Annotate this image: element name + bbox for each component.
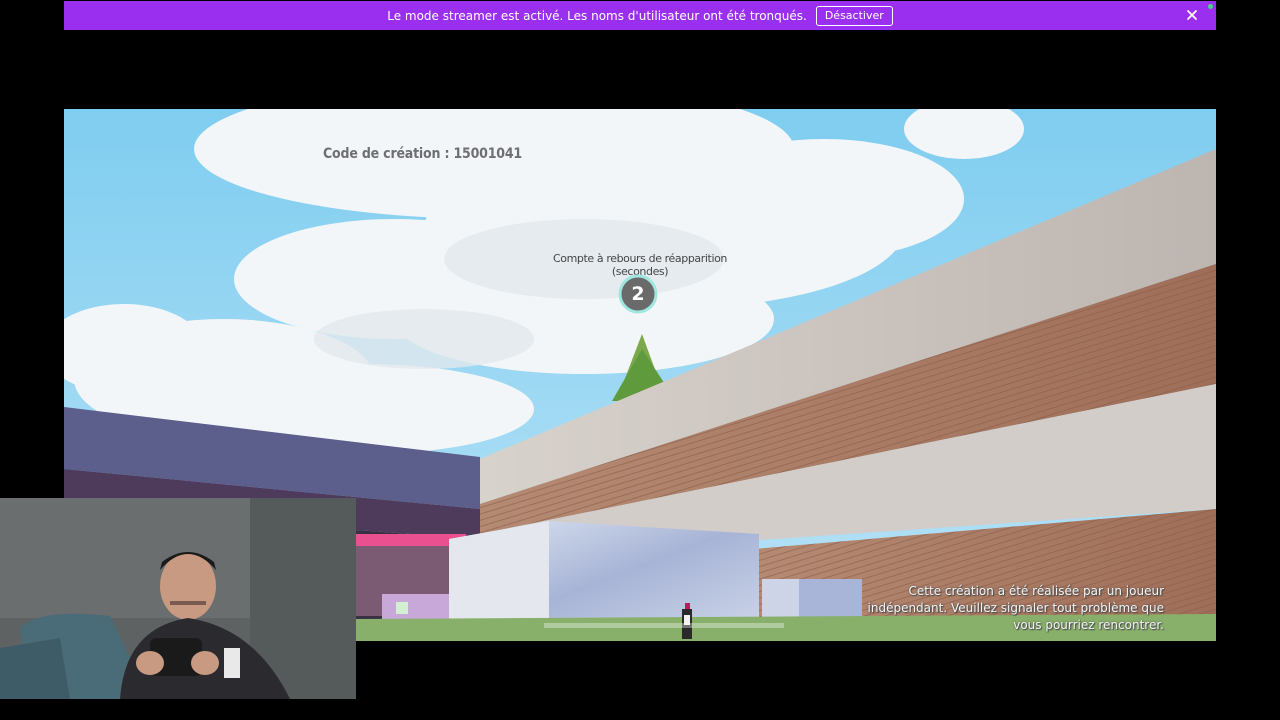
webcam-feed <box>0 498 356 699</box>
streamer-mode-message: Le mode streamer est activé. Les noms d'… <box>387 8 807 23</box>
creation-code: Code de création : 15001041 <box>323 146 522 162</box>
respawn-countdown-value: 2 <box>631 283 645 305</box>
creator-disclaimer: Cette création a été réalisée par un jou… <box>867 584 1164 632</box>
webcam-overlay <box>0 498 356 699</box>
close-icon[interactable] <box>1182 5 1202 25</box>
disable-streamer-mode-button[interactable]: Désactiver <box>815 5 893 26</box>
status-dot <box>1208 4 1213 9</box>
streamer-mode-banner: Le mode streamer est activé. Les noms d'… <box>64 1 1216 30</box>
